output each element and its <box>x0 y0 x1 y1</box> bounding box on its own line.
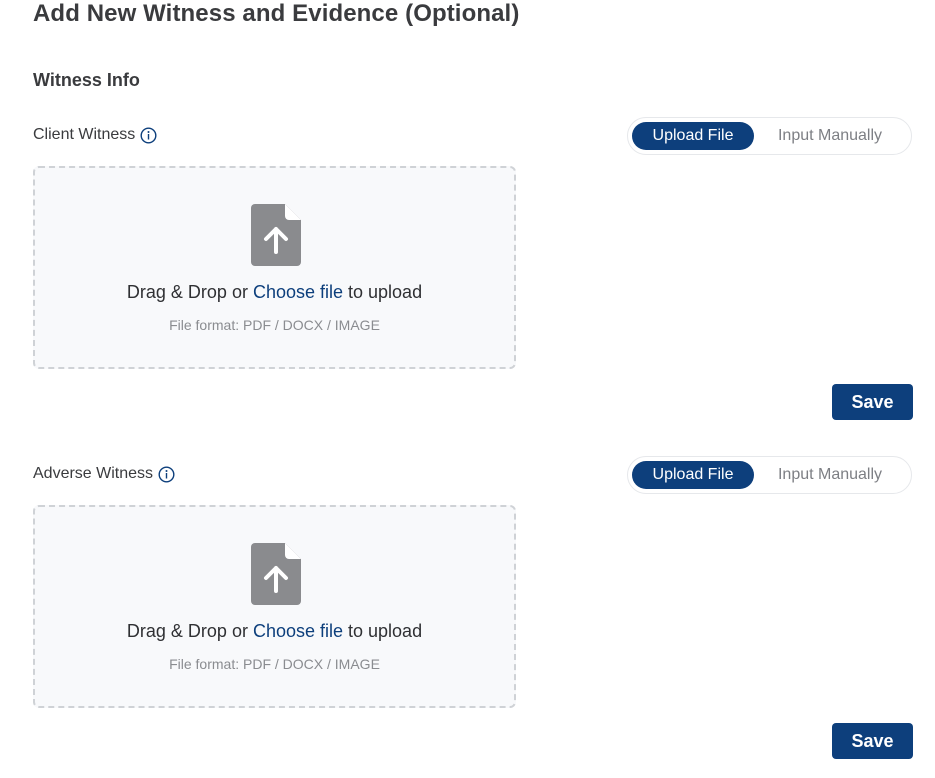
page-title: Add New Witness and Evidence (Optional) <box>33 0 520 27</box>
file-upload-icon <box>251 204 301 266</box>
client-witness-dropzone-text: Drag & Drop or Choose file to upload <box>35 282 514 303</box>
adverse-witness-dropzone-text: Drag & Drop or Choose file to upload <box>35 621 514 642</box>
adverse-witness-label-text: Adverse Witness <box>33 465 154 482</box>
adverse-witness-file-format-hint: File format: PDF / DOCX / IMAGE <box>169 656 380 672</box>
adverse-witness-choose-file-link[interactable]: Choose file <box>253 621 343 641</box>
adverse-witness-label: Adverse Witness <box>33 465 175 483</box>
client-witness-input-mode-toggle: Upload File Input Manually <box>627 117 912 155</box>
dropzone-text-before: Drag & Drop or <box>126 621 253 641</box>
info-icon[interactable] <box>158 465 175 483</box>
client-witness-save-button[interactable]: Save <box>832 384 913 420</box>
file-upload-icon <box>251 543 301 605</box>
adverse-witness-upload-file-tab[interactable]: Upload File <box>632 461 754 489</box>
adverse-witness-input-mode-toggle: Upload File Input Manually <box>627 456 912 494</box>
client-witness-file-format-hint: File format: PDF / DOCX / IMAGE <box>169 317 380 333</box>
adverse-witness-save-button[interactable]: Save <box>832 723 913 759</box>
adverse-witness-input-manually-tab[interactable]: Input Manually <box>754 461 906 489</box>
client-witness-label: Client Witness <box>33 126 157 144</box>
section-title-witness-info: Witness Info <box>33 70 140 90</box>
client-witness-label-text: Client Witness <box>33 126 136 143</box>
client-witness-choose-file-link[interactable]: Choose file <box>253 282 343 302</box>
adverse-witness-dropzone[interactable]: Drag & Drop or Choose file to upload Fil… <box>33 505 516 708</box>
dropzone-text-before: Drag & Drop or <box>126 282 253 302</box>
info-icon[interactable] <box>140 126 157 144</box>
client-witness-upload-file-tab[interactable]: Upload File <box>632 122 754 150</box>
dropzone-text-after: to upload <box>343 621 423 641</box>
dropzone-text-after: to upload <box>343 282 423 302</box>
client-witness-dropzone[interactable]: Drag & Drop or Choose file to upload Fil… <box>33 166 516 369</box>
client-witness-input-manually-tab[interactable]: Input Manually <box>754 122 906 150</box>
page: Add New Witness and Evidence (Optional) … <box>0 0 935 778</box>
